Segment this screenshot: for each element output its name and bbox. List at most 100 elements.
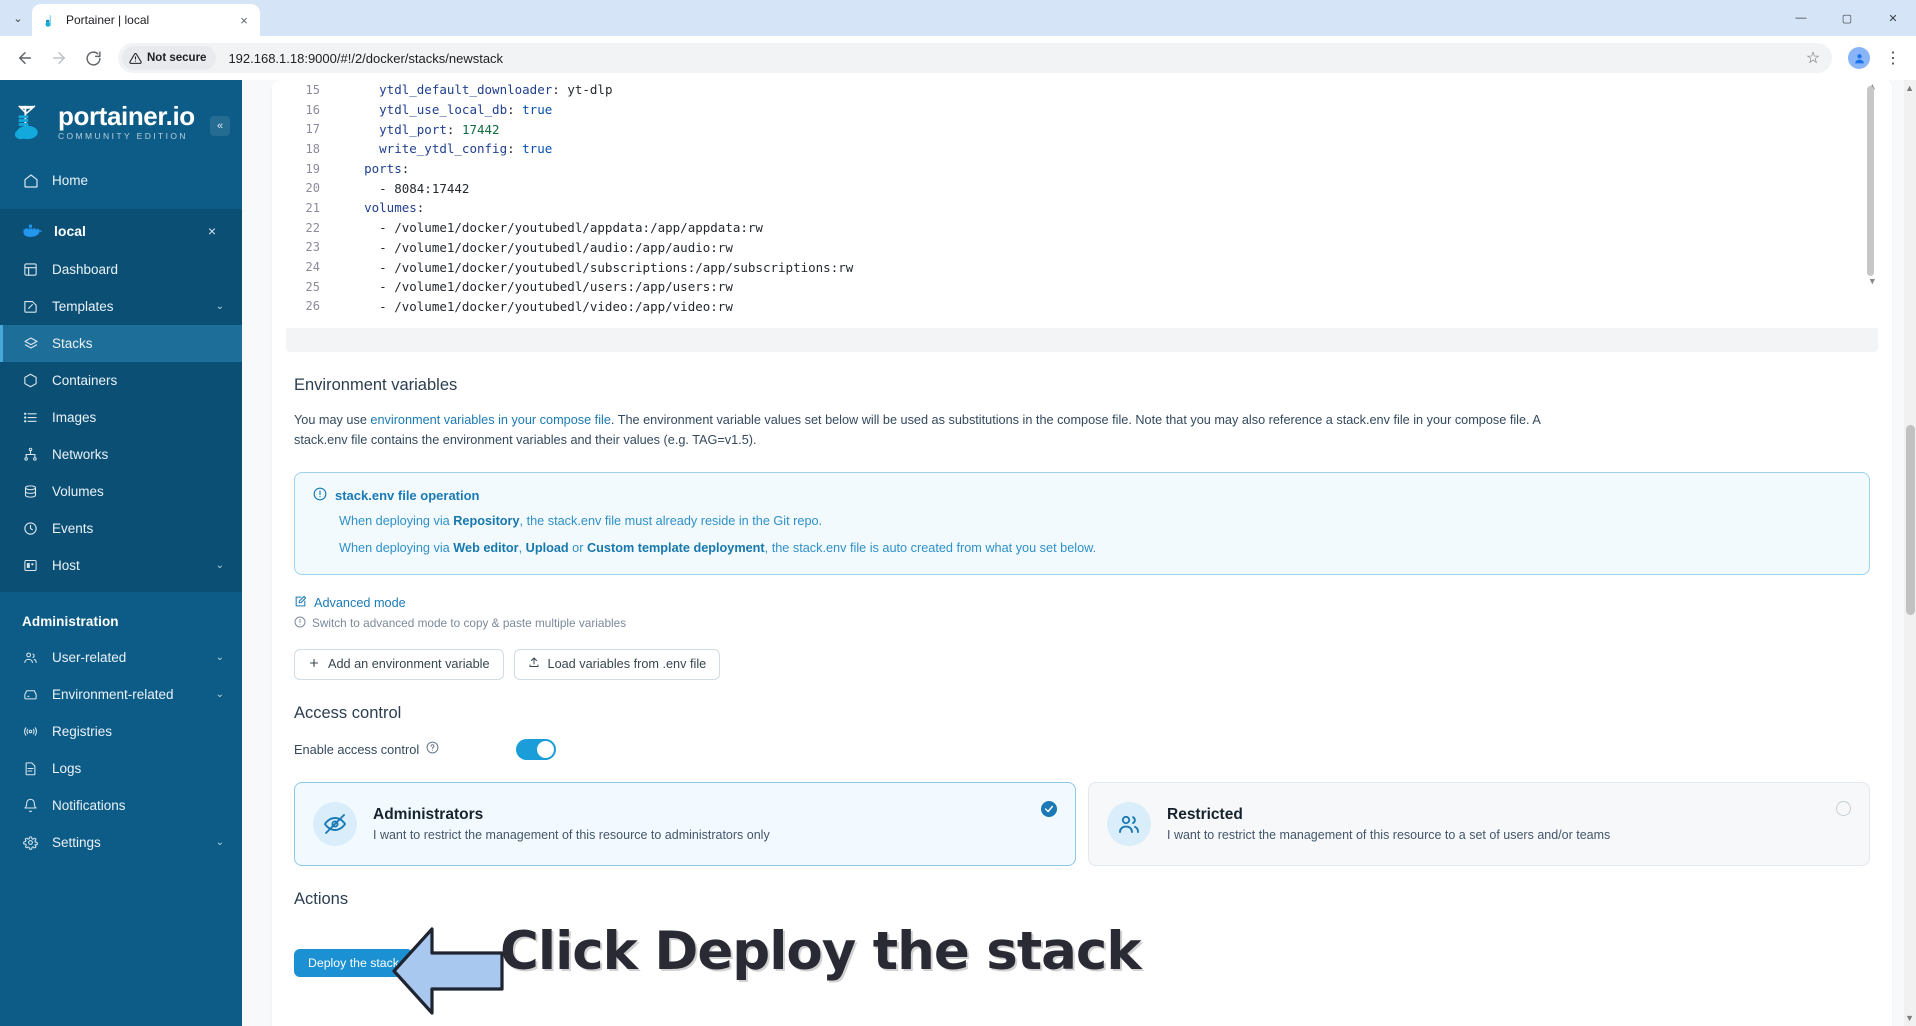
avatar[interactable] (1848, 47, 1870, 69)
security-status-label: Not secure (147, 52, 207, 64)
environment-variable-buttons: Add an environment variable Load variabl… (294, 648, 1870, 680)
annotation-text: Click Deploy the stack (500, 920, 1142, 982)
sidebar-environment-header[interactable]: local × (0, 211, 242, 251)
info-box-line-1: When deploying via Repository, the stack… (313, 513, 1851, 531)
tab-close-icon[interactable]: × (236, 12, 252, 28)
sidebar-item-label: Containers (52, 373, 118, 388)
toggle-knob (537, 740, 554, 758)
access-option-restricted[interactable]: Restricted I want to restrict the manage… (1088, 781, 1870, 866)
line-number: 26 (305, 299, 320, 314)
load-variables-from-env-file-button[interactable]: Load variables from .env file (513, 648, 721, 680)
sidebar-item-events[interactable]: Events (0, 510, 242, 547)
sidebar-item-label: Networks (52, 447, 109, 462)
add-environment-variable-button[interactable]: Add an environment variable (294, 648, 504, 680)
url-text[interactable]: 192.168.1.18:9000/#!/2/docker/stacks/new… (228, 51, 1800, 66)
editor-scroll-down-icon[interactable]: ▼ (1870, 277, 1875, 287)
sidebar-item-environment-related[interactable]: Environment-related ⌄ (0, 676, 242, 713)
sidebar-item-home[interactable]: Home (0, 162, 242, 199)
window-close-button[interactable]: ✕ (1870, 0, 1916, 36)
page-scrollbar-thumb[interactable] (1906, 425, 1915, 615)
code-line: 26 - /volume1/docker/youtubedl/video:/ap… (286, 297, 1878, 317)
line2-e: or (568, 541, 587, 556)
logo-wordmark: portainer.io (58, 101, 195, 132)
eye-off-icon (313, 801, 357, 846)
info-box-line-2: When deploying via Web editor, Upload or… (313, 540, 1851, 558)
person-icon (1854, 53, 1864, 63)
sidebar-item-logs[interactable]: Logs (0, 750, 242, 787)
line1-repository: Repository (453, 514, 520, 529)
sidebar: portainer.io COMMUNITY EDITION « Home lo… (0, 80, 242, 1026)
sidebar-item-label: Notifications (52, 798, 126, 813)
compose-editor[interactable]: 15 ytdl_default_downloader: yt-dlp 16 yt… (286, 80, 1878, 328)
sidebar-item-registries[interactable]: Registries (0, 713, 242, 750)
stack-form-card: 15 ytdl_default_downloader: yt-dlp 16 yt… (272, 80, 1892, 1026)
code-line: 16 ytdl_use_local_db: true (286, 100, 1878, 120)
scroll-up-icon[interactable]: ▲ (1905, 83, 1914, 93)
advanced-mode-link[interactable]: Advanced mode (294, 595, 1870, 611)
code-line: 22 - /volume1/docker/youtubedl/appdata:/… (286, 218, 1878, 238)
sidebar-item-user-related[interactable]: User-related ⌄ (0, 639, 242, 676)
reload-button[interactable] (78, 43, 108, 73)
chevron-down-icon: ⌄ (215, 689, 224, 700)
bell-icon (22, 797, 39, 814)
chevron-down-icon: ⌄ (215, 837, 224, 848)
close-icon[interactable]: × (208, 223, 216, 239)
sidebar-item-label: Home (52, 173, 89, 188)
code-line: 23 - /volume1/docker/youtubedl/audio:/ap… (286, 238, 1878, 258)
minimize-button[interactable]: — (1778, 0, 1824, 36)
line-number: 24 (305, 260, 320, 275)
compose-file-docs-link[interactable]: environment variables in your compose fi… (370, 413, 610, 427)
sidebar-item-notifications[interactable]: Notifications (0, 787, 242, 824)
forward-button[interactable] (44, 43, 74, 73)
sidebar-item-networks[interactable]: Networks (0, 436, 242, 473)
maximize-button[interactable]: ▢ (1824, 0, 1870, 36)
bookmark-star-icon[interactable]: ☆ (1800, 45, 1826, 71)
enable-access-control-toggle[interactable] (516, 738, 556, 760)
advanced-mode-hint-label: Switch to advanced mode to copy & paste … (312, 616, 627, 631)
stacks-icon (22, 335, 39, 352)
line-number: 17 (305, 122, 320, 137)
sidebar-item-stacks[interactable]: Stacks (0, 325, 242, 362)
dashboard-icon (22, 261, 39, 278)
sidebar-item-label: Logs (52, 761, 82, 776)
sidebar-item-containers[interactable]: Containers (0, 362, 242, 399)
code-text: - /volume1/docker/youtubedl/appdata:/app… (334, 220, 763, 236)
tab-search-button[interactable]: ⌄ (4, 4, 32, 32)
sidebar-item-images[interactable]: Images (0, 399, 242, 436)
radio-button[interactable] (1836, 800, 1851, 816)
chevron-down-icon: ⌄ (215, 301, 224, 312)
line-number: 19 (305, 161, 320, 176)
help-icon[interactable] (426, 741, 439, 757)
back-button[interactable] (10, 43, 40, 73)
code-text: ytdl_use_local_db: true (334, 102, 553, 118)
line-number: 16 (305, 102, 320, 117)
browser-tab[interactable]: Portainer | local × (32, 4, 260, 36)
events-icon (22, 520, 39, 537)
editor-scrollbar-thumb[interactable] (1867, 86, 1874, 276)
access-option-description: I want to restrict the management of thi… (373, 827, 770, 842)
compose-editor-wrapper: 15 ytdl_default_downloader: yt-dlp 16 yt… (286, 80, 1878, 352)
sidebar-item-templates[interactable]: Templates ⌄ (0, 288, 242, 325)
advanced-mode-label: Advanced mode (314, 595, 406, 610)
sidebar-item-label: Templates (52, 299, 114, 314)
browser-menu-button[interactable]: ⋮ (1880, 43, 1906, 73)
page-scrollbar[interactable]: ▲ ▼ (1904, 80, 1916, 1026)
sidebar-item-label: Host (52, 558, 80, 573)
sidebar-item-volumes[interactable]: Volumes (0, 473, 242, 510)
line2-web-editor: Web editor (453, 541, 519, 556)
code-text: ytdl_default_downloader: yt-dlp (334, 82, 613, 98)
sidebar-item-dashboard[interactable]: Dashboard (0, 251, 242, 288)
sidebar-collapse-button[interactable]: « (210, 116, 230, 136)
security-status-badge[interactable]: Not secure (122, 46, 217, 70)
sidebar-logo[interactable]: portainer.io COMMUNITY EDITION « (0, 80, 242, 162)
access-option-administrators[interactable]: Administrators I want to restrict the ma… (294, 781, 1076, 866)
code-line: 19 ports: (286, 159, 1878, 179)
sidebar-item-host[interactable]: Host ⌄ (0, 547, 242, 584)
line2-g: , the stack.env file is auto created fro… (764, 541, 1097, 556)
address-bar[interactable]: Not secure 192.168.1.18:9000/#!/2/docker… (118, 43, 1832, 73)
scroll-down-icon[interactable]: ▼ (1905, 1013, 1914, 1023)
line-number: 18 (305, 141, 320, 156)
portainer-logo-icon (14, 102, 52, 142)
sidebar-item-settings[interactable]: Settings ⌄ (0, 824, 242, 861)
code-line: 17 ytdl_port: 17442 (286, 119, 1878, 139)
